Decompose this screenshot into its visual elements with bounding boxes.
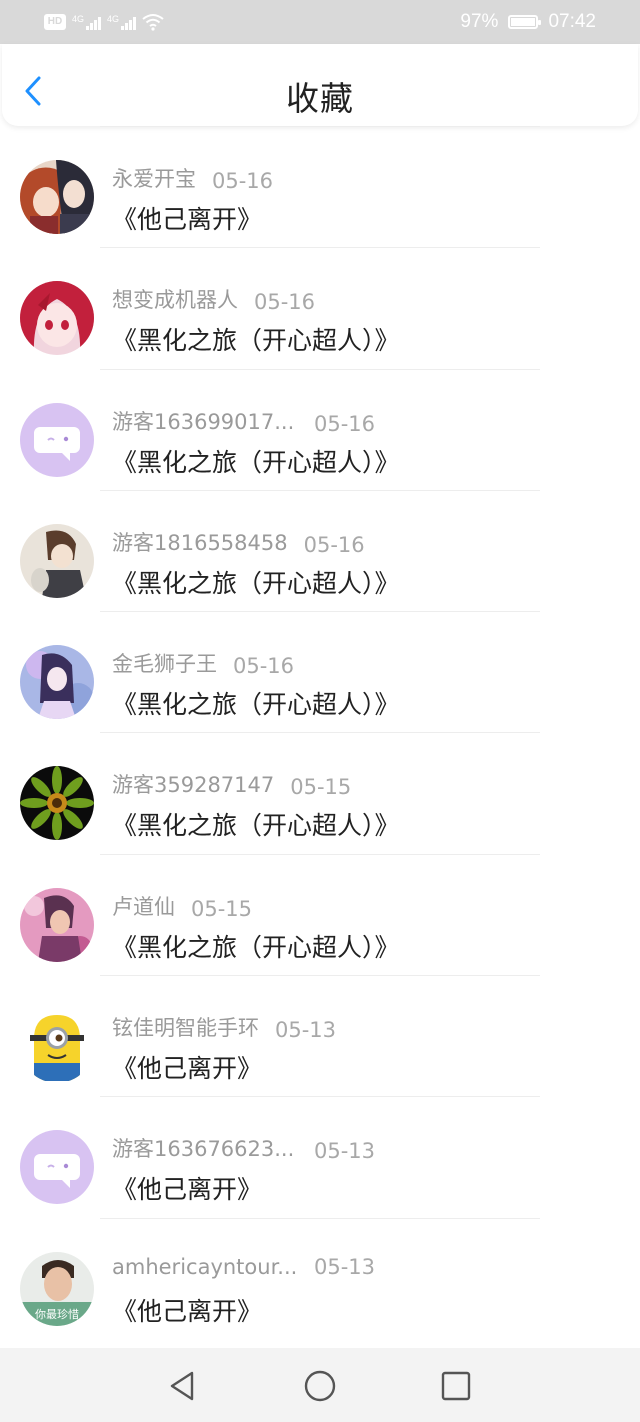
username: 游客163676623...	[112, 1137, 295, 1162]
work-title[interactable]: 《他己离开》	[112, 1170, 262, 1206]
work-title[interactable]: 《黑化之旅（开心超人）》	[112, 685, 400, 721]
item-meta: 游客163676623... 05-13	[112, 1133, 375, 1163]
username: 铉佳明智能手环	[112, 1016, 259, 1041]
date: 05-16	[314, 411, 376, 436]
anime-girl-avatar[interactable]	[20, 281, 94, 356]
photo-man-avatar[interactable]: 你最珍惜	[20, 1251, 94, 1326]
fantasy-girl-avatar[interactable]	[20, 645, 94, 720]
pink-anime-avatar[interactable]	[20, 887, 94, 962]
minion-avatar[interactable]	[20, 1009, 94, 1084]
date: 05-15	[191, 896, 253, 921]
work-title[interactable]: 《黑化之旅（开心超人）》	[112, 928, 400, 964]
green-flower-avatar[interactable]	[20, 766, 94, 841]
list-item[interactable]: 你最珍惜 amhericayntour... 05-13 《他己离开》	[0, 1217, 640, 1339]
list-item[interactable]: 游客163676623... 05-13 《他己离开》	[0, 1096, 640, 1217]
list-item[interactable]: 游客163699017... 05-16 《黑化之旅（开心超人）》	[0, 368, 640, 490]
wifi-icon	[142, 14, 164, 31]
work-title[interactable]: 《黑化之旅（开心超人）》	[112, 443, 400, 479]
item-meta: 永爱开宝 05-16	[112, 163, 273, 193]
hd-icon: HD	[44, 14, 66, 30]
anime-boy-avatar[interactable]	[20, 523, 94, 598]
divider	[100, 1096, 540, 1098]
item-meta: 想变成机器人 05-16	[112, 284, 315, 314]
divider	[100, 1217, 540, 1219]
item-meta: 金毛狮子王 05-16	[112, 648, 294, 678]
divider	[100, 489, 540, 491]
work-title[interactable]: 《他己离开》	[112, 1292, 262, 1328]
item-meta: 游客359287147 05-15	[112, 769, 351, 799]
item-meta: amhericayntour... 05-13	[112, 1255, 375, 1279]
list-item[interactable]: 卢道仙 05-15 《黑化之旅（开心超人）》	[0, 853, 640, 975]
clock: 07:42	[548, 11, 596, 32]
date: 05-13	[275, 1018, 337, 1043]
signal-icon: 4G	[107, 14, 137, 30]
username: 金毛狮子王	[112, 652, 217, 677]
divider	[100, 247, 540, 249]
status-right: 97% 07:42	[460, 8, 596, 36]
date: 05-16	[303, 532, 365, 557]
item-meta: 卢道仙 05-15	[112, 891, 252, 921]
divider	[100, 732, 540, 734]
date: 05-16	[212, 169, 274, 193]
list-item[interactable]: 想变成机器人 05-16 《黑化之旅（开心超人）》	[0, 247, 640, 368]
favorites-list: 永爱开宝 05-16 《他己离开》 想变成机器人 05-16 《黑化之旅（开心超人）…	[0, 126, 640, 1339]
username: 游客359287147	[112, 773, 275, 798]
default-chat-avatar[interactable]	[20, 1130, 94, 1205]
status-left-icons: HD 4G 4G	[44, 10, 164, 34]
username: 永爱开宝	[112, 167, 196, 191]
username: 想变成机器人	[112, 288, 238, 313]
work-title[interactable]: 《黑化之旅（开心超人）》	[112, 806, 400, 842]
divider	[100, 368, 540, 370]
default-chat-avatar[interactable]	[20, 402, 94, 477]
list-item[interactable]: 游客1816558458 05-16 《黑化之旅（开心超人）》	[0, 489, 640, 611]
item-meta: 游客163699017... 05-16	[112, 406, 375, 436]
page-title: 收藏	[286, 79, 354, 118]
list-item[interactable]: 金毛狮子王 05-16 《黑化之旅（开心超人）》	[0, 611, 640, 732]
triangle-back-icon[interactable]	[166, 1370, 198, 1402]
item-meta: 游客1816558458 05-16	[112, 527, 365, 557]
username: 游客163699017...	[112, 409, 295, 434]
date: 05-13	[314, 1139, 376, 1164]
list-item[interactable]: 铉佳明智能手环 05-13 《他己离开》	[0, 975, 640, 1096]
username: amhericayntour...	[112, 1254, 298, 1279]
divider	[100, 853, 540, 855]
divider	[100, 611, 540, 613]
work-title[interactable]: 《黑化之旅（开心超人）》	[112, 564, 400, 600]
username: 游客1816558458	[112, 530, 288, 555]
list-item[interactable]: 游客359287147 05-15 《黑化之旅（开心超人）》	[0, 732, 640, 853]
divider	[100, 126, 540, 127]
date: 05-16	[254, 290, 316, 315]
divider	[100, 975, 540, 977]
signal-icon: 4G	[72, 14, 102, 30]
username: 卢道仙	[112, 894, 175, 919]
system-nav-bar	[0, 1348, 640, 1422]
battery-percent: 97%	[460, 11, 499, 32]
circle-home-icon[interactable]	[304, 1370, 336, 1402]
work-title[interactable]: 《他己离开》	[112, 1049, 262, 1085]
anime-couple-avatar[interactable]	[20, 160, 94, 234]
status-bar: HD 4G 4G 97% 07:42	[0, 0, 640, 44]
battery-icon	[508, 15, 542, 29]
date: 05-13	[314, 1254, 376, 1279]
network-type-label: 4G	[107, 14, 120, 24]
work-title[interactable]: 《黑化之旅（开心超人）》	[112, 321, 400, 357]
list-item[interactable]: 永爱开宝 05-16 《他己离开》	[0, 126, 640, 247]
work-title[interactable]: 《他己离开》	[112, 200, 262, 236]
avatar-caption: 你最珍惜	[35, 1307, 79, 1321]
app-header: 收藏	[2, 44, 638, 126]
date: 05-16	[233, 654, 295, 679]
square-recents-icon[interactable]	[440, 1370, 472, 1402]
date: 05-15	[290, 775, 352, 800]
item-meta: 铉佳明智能手环 05-13	[112, 1012, 336, 1042]
network-type-label: 4G	[72, 14, 85, 24]
